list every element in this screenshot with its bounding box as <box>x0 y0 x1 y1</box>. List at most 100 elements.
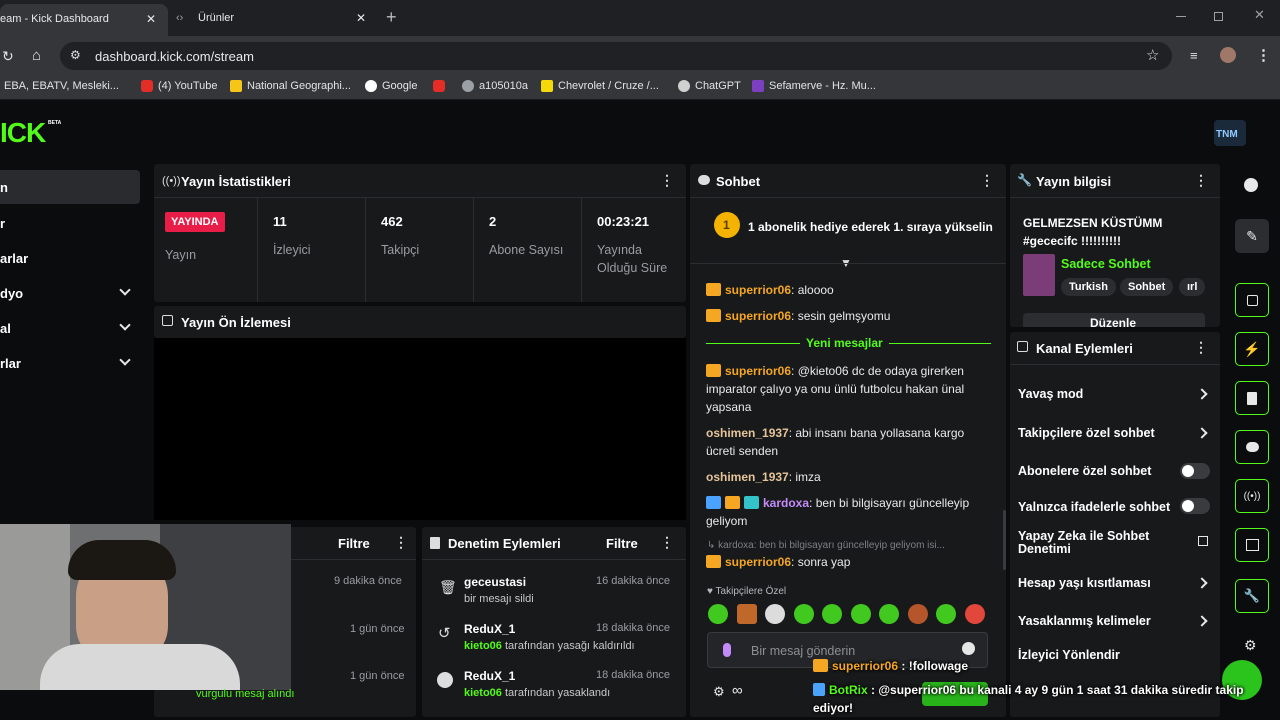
divider <box>154 197 686 198</box>
bookmark-youtube-2[interactable] <box>433 80 445 92</box>
bookmark-a105010a[interactable]: a105010a <box>462 80 528 92</box>
more-options-icon[interactable]: ⋮ <box>1194 339 1208 356</box>
emoji-picker-icon[interactable] <box>962 642 975 655</box>
rail-edit-button[interactable]: ✎ <box>1235 219 1269 253</box>
sidebar-item-2[interactable]: r <box>0 214 140 234</box>
rail-tools-button[interactable]: 🔧 <box>1235 579 1269 613</box>
action-emote-only[interactable]: Yalnızca ifadelerle sohbet <box>1018 496 1214 518</box>
sidebar-item-6[interactable]: rlar <box>0 354 140 374</box>
panel-title: Denetim Eylemleri <box>448 536 561 551</box>
minimize-icon[interactable] <box>1176 16 1186 17</box>
more-options-icon[interactable]: ⋮ <box>660 534 674 551</box>
emote-icon[interactable] <box>765 604 785 624</box>
wrench-icon: 🔧 <box>1017 173 1032 187</box>
more-options-icon[interactable]: ⋮ <box>980 172 994 189</box>
chat-username[interactable]: oshimen_1937 <box>706 470 789 484</box>
chat-username[interactable]: oshimen_1937 <box>706 426 789 440</box>
trash-icon: 🗑 <box>439 579 457 595</box>
filter-button[interactable]: Filtre <box>338 536 370 551</box>
emote-icon[interactable] <box>851 604 871 624</box>
bookmark-chatgpt[interactable]: ChatGPT <box>678 80 741 92</box>
user-avatar[interactable]: TNM <box>1214 120 1246 146</box>
emote-icon[interactable] <box>879 604 899 624</box>
sidebar-item-3[interactable]: arlar <box>0 249 140 269</box>
action-account-age[interactable]: Hesap yaşı kısıtlaması <box>1018 572 1214 594</box>
action-banned-words[interactable]: Yasaklanmış kelimeler <box>1018 610 1214 632</box>
action-subscribers-only[interactable]: Abonelere özel sohbet <box>1018 460 1214 482</box>
rail-logs-button[interactable] <box>1235 381 1269 415</box>
emote-icon[interactable] <box>708 604 728 624</box>
edit-button[interactable]: Düzenle <box>1023 313 1205 327</box>
url-text[interactable]: dashboard.kick.com/stream <box>95 49 254 64</box>
site-info-icon[interactable]: ⚙ <box>70 48 81 62</box>
chat-username[interactable]: kardoxa <box>763 496 809 510</box>
mod-time: 18 dakika önce <box>596 669 670 681</box>
filter-button[interactable]: Filtre <box>606 536 638 551</box>
sidebar-item-5[interactable]: al <box>0 319 140 339</box>
document-icon <box>1247 391 1257 405</box>
badge-icon <box>744 496 759 509</box>
more-options-icon[interactable]: ⋮ <box>660 172 674 189</box>
browser-menu-icon[interactable]: ⋮ <box>1256 46 1271 64</box>
bookmark-google[interactable]: Google <box>365 80 417 92</box>
bookmark-chevrolet[interactable]: Chevrolet / Cruze /... <box>541 80 659 92</box>
bookmark-star-icon[interactable]: ☆ <box>1146 46 1159 64</box>
emote-icon[interactable] <box>822 604 842 624</box>
action-ai-moderation[interactable]: Yapay Zeka ile Sohbet Denetimi <box>1018 530 1214 558</box>
rail-quick-actions-button[interactable]: ⚡ <box>1235 332 1269 366</box>
microphone-icon[interactable] <box>723 643 731 657</box>
emote-icon[interactable] <box>965 604 985 624</box>
sidebar-item-4[interactable]: dyo <box>0 284 140 304</box>
live-label: Yayın <box>165 248 197 262</box>
chat-username[interactable]: superrior06 <box>725 555 791 569</box>
home-icon[interactable]: ⌂ <box>32 47 41 64</box>
tab-kick-dashboard[interactable]: eam - Kick Dashboard ✕ <box>0 4 168 36</box>
maximize-icon[interactable] <box>1214 12 1223 21</box>
rail-chat-button[interactable] <box>1235 430 1269 464</box>
divider <box>1010 364 1220 365</box>
gift-leaderboard-text[interactable]: 1 abonelik hediye ederek 1. sıraya yükse… <box>748 220 993 234</box>
chevron-right-icon <box>1196 388 1208 400</box>
reload-icon[interactable]: ↻ <box>2 48 14 65</box>
stream-preview-video[interactable] <box>154 338 686 520</box>
uptime-value: 00:23:21 <box>597 214 650 229</box>
media-control-icon[interactable]: ≡ <box>1190 48 1198 63</box>
infinity-icon[interactable]: ∞ <box>732 682 743 699</box>
rail-preview-button[interactable] <box>1235 283 1269 317</box>
more-options-icon[interactable]: ⋮ <box>394 534 408 551</box>
subscribers-only-toggle[interactable] <box>1180 463 1210 479</box>
new-tab-button[interactable]: + <box>386 7 397 28</box>
settings-icon[interactable]: ⚙ <box>1244 637 1257 654</box>
rail-broadcast-button[interactable]: ((•)) <box>1235 479 1269 513</box>
action-slow-mode[interactable]: Yavaş mod <box>1018 383 1214 405</box>
divider <box>365 198 366 302</box>
omnibox[interactable]: ⚙ dashboard.kick.com/stream ☆ <box>60 42 1172 70</box>
emote-icon[interactable] <box>936 604 956 624</box>
emote-icon[interactable] <box>908 604 928 624</box>
info-icon[interactable] <box>1244 178 1258 192</box>
close-tab-icon[interactable]: ✕ <box>146 12 156 26</box>
close-tab-icon[interactable]: ✕ <box>356 11 366 25</box>
chat-scrollbar[interactable] <box>1003 510 1006 570</box>
more-options-icon[interactable]: ⋮ <box>1194 172 1208 189</box>
chat-username[interactable]: superrior06 <box>725 309 791 323</box>
emote-bar <box>708 604 988 626</box>
close-window-icon[interactable]: ✕ <box>1254 7 1265 23</box>
sidebar-item-active[interactable]: n <box>0 170 140 204</box>
settings-icon[interactable]: ⚙ <box>713 684 725 700</box>
rail-moderation-button[interactable] <box>1235 528 1269 562</box>
bookmark-eba[interactable]: EBA, EBATV, Mesleki... <box>4 80 119 92</box>
panel-title: Kanal Eylemleri <box>1036 341 1133 356</box>
action-followers-only[interactable]: Takipçilere özel sohbet <box>1018 422 1214 444</box>
emote-icon[interactable] <box>794 604 814 624</box>
emote-only-toggle[interactable] <box>1180 498 1210 514</box>
chat-username[interactable]: superrior06 <box>725 364 791 378</box>
emote-icon[interactable] <box>737 604 757 624</box>
category-name[interactable]: Sadece Sohbet <box>1061 257 1151 271</box>
bookmark-youtube[interactable]: (4) YouTube <box>141 80 218 92</box>
bookmark-natgeo[interactable]: National Geographi... <box>230 80 351 92</box>
profile-avatar[interactable] <box>1220 47 1236 63</box>
chat-username[interactable]: superrior06 <box>725 283 791 297</box>
bookmark-sefamerve[interactable]: Sefamerve - Hz. Mu... <box>752 80 876 92</box>
tab-urunler[interactable]: ‹› Ürünler ✕ <box>176 10 366 30</box>
